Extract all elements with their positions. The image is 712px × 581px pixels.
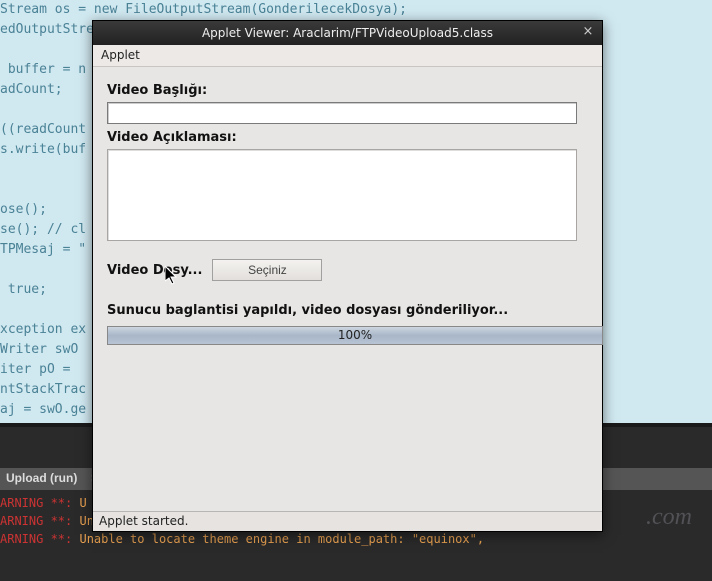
close-icon[interactable]: × xyxy=(580,24,596,40)
video-title-input[interactable] xyxy=(107,102,577,124)
console-line-prefix: ARNING **: xyxy=(0,514,79,528)
applet-content: Video Başlığı: Video Açıklaması: Video D… xyxy=(93,67,602,355)
menu-applet[interactable]: Applet xyxy=(101,48,140,62)
console-line-prefix: ARNING **: xyxy=(0,532,79,546)
console-line-msg: U xyxy=(79,496,86,510)
applet-viewer-window: Applet Viewer: Araclarim/FTPVideoUpload5… xyxy=(92,20,603,532)
window-title: Applet Viewer: Araclarim/FTPVideoUpload5… xyxy=(202,26,493,40)
file-chooser-row: Video Dosy... Seçiniz xyxy=(107,259,588,281)
upload-status-text: Sunucu baglantisi yapıldı, video dosyası… xyxy=(107,303,588,318)
applet-statusbar: Applet started. xyxy=(93,511,602,531)
titlebar[interactable]: Applet Viewer: Araclarim/FTPVideoUpload5… xyxy=(93,21,602,45)
console-line-msg: Unable to locate theme engine in module_… xyxy=(79,532,484,546)
menubar: Applet xyxy=(93,45,602,67)
video-desc-textarea[interactable] xyxy=(107,149,577,241)
progress-percent-label: 100% xyxy=(108,327,602,344)
console-line-prefix: ARNING **: xyxy=(0,496,79,510)
label-video-title: Video Başlığı: xyxy=(107,83,588,98)
console-header-extra xyxy=(81,471,88,485)
upload-progress-bar: 100% xyxy=(107,326,603,345)
label-video-file: Video Dosy... xyxy=(107,263,202,278)
choose-file-button[interactable]: Seçiniz xyxy=(212,259,322,281)
console-run-label: Upload (run) xyxy=(6,471,77,485)
label-video-desc: Video Açıklaması: xyxy=(107,130,588,145)
